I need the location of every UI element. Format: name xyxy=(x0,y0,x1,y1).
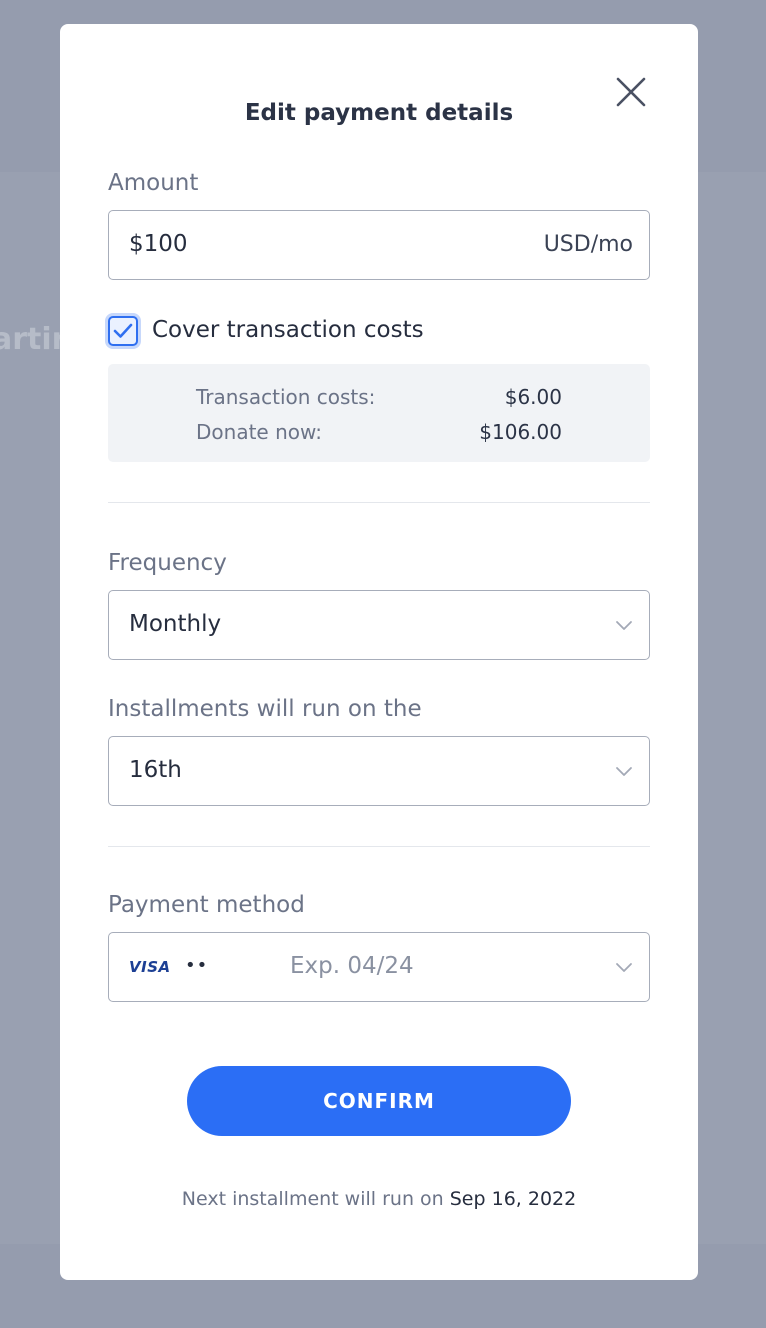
confirm-button[interactable]: CONFIRM xyxy=(187,1066,571,1136)
divider xyxy=(108,502,650,503)
cover-costs-label[interactable]: Cover transaction costs xyxy=(152,317,424,343)
installment-day-value: 16th xyxy=(129,757,182,783)
amount-label: Amount xyxy=(108,170,199,196)
amount-input[interactable]: $100 USD/mo xyxy=(108,210,650,280)
close-icon xyxy=(616,77,646,107)
divider xyxy=(108,846,650,847)
frequency-select[interactable]: Monthly xyxy=(108,590,650,660)
frequency-label: Frequency xyxy=(108,550,227,576)
card-number-dots: •• xyxy=(185,955,209,976)
payment-method-label: Payment method xyxy=(108,892,305,918)
donate-now-value: $106.00 xyxy=(479,420,562,444)
chevron-down-icon xyxy=(616,963,632,972)
donate-now-label: Donate now: xyxy=(196,420,322,444)
frequency-value: Monthly xyxy=(129,611,222,637)
edit-payment-modal: Edit payment details Amount $100 USD/mo … xyxy=(60,24,698,1280)
transaction-costs-label: Transaction costs: xyxy=(196,385,376,409)
next-installment-date: Sep 16, 2022 xyxy=(449,1188,577,1210)
card-expiry: Exp. 04/24 xyxy=(290,953,414,979)
transaction-costs-value: $6.00 xyxy=(504,385,562,409)
installment-day-select[interactable]: 16th xyxy=(108,736,650,806)
visa-logo-icon: VISA xyxy=(129,958,171,976)
checkmark-icon xyxy=(113,323,133,338)
chevron-down-icon xyxy=(616,767,632,776)
amount-value: $100 xyxy=(129,231,188,257)
payment-method-select[interactable]: VISA •• Exp. 04/24 xyxy=(108,932,650,1002)
modal-title: Edit payment details xyxy=(244,100,514,126)
close-button[interactable] xyxy=(613,74,649,110)
chevron-down-icon xyxy=(616,621,632,630)
costs-summary: Transaction costs: $6.00 Donate now: $10… xyxy=(108,364,650,462)
next-installment-prefix: Next installment will run on xyxy=(181,1188,450,1210)
installments-label: Installments will run on the xyxy=(108,696,422,722)
amount-suffix: USD/mo xyxy=(543,232,633,257)
background-partial-text: artir xyxy=(0,322,67,357)
cover-costs-checkbox[interactable] xyxy=(108,316,138,346)
next-installment-text: Next installment will run on Sep 16, 202… xyxy=(60,1188,698,1210)
